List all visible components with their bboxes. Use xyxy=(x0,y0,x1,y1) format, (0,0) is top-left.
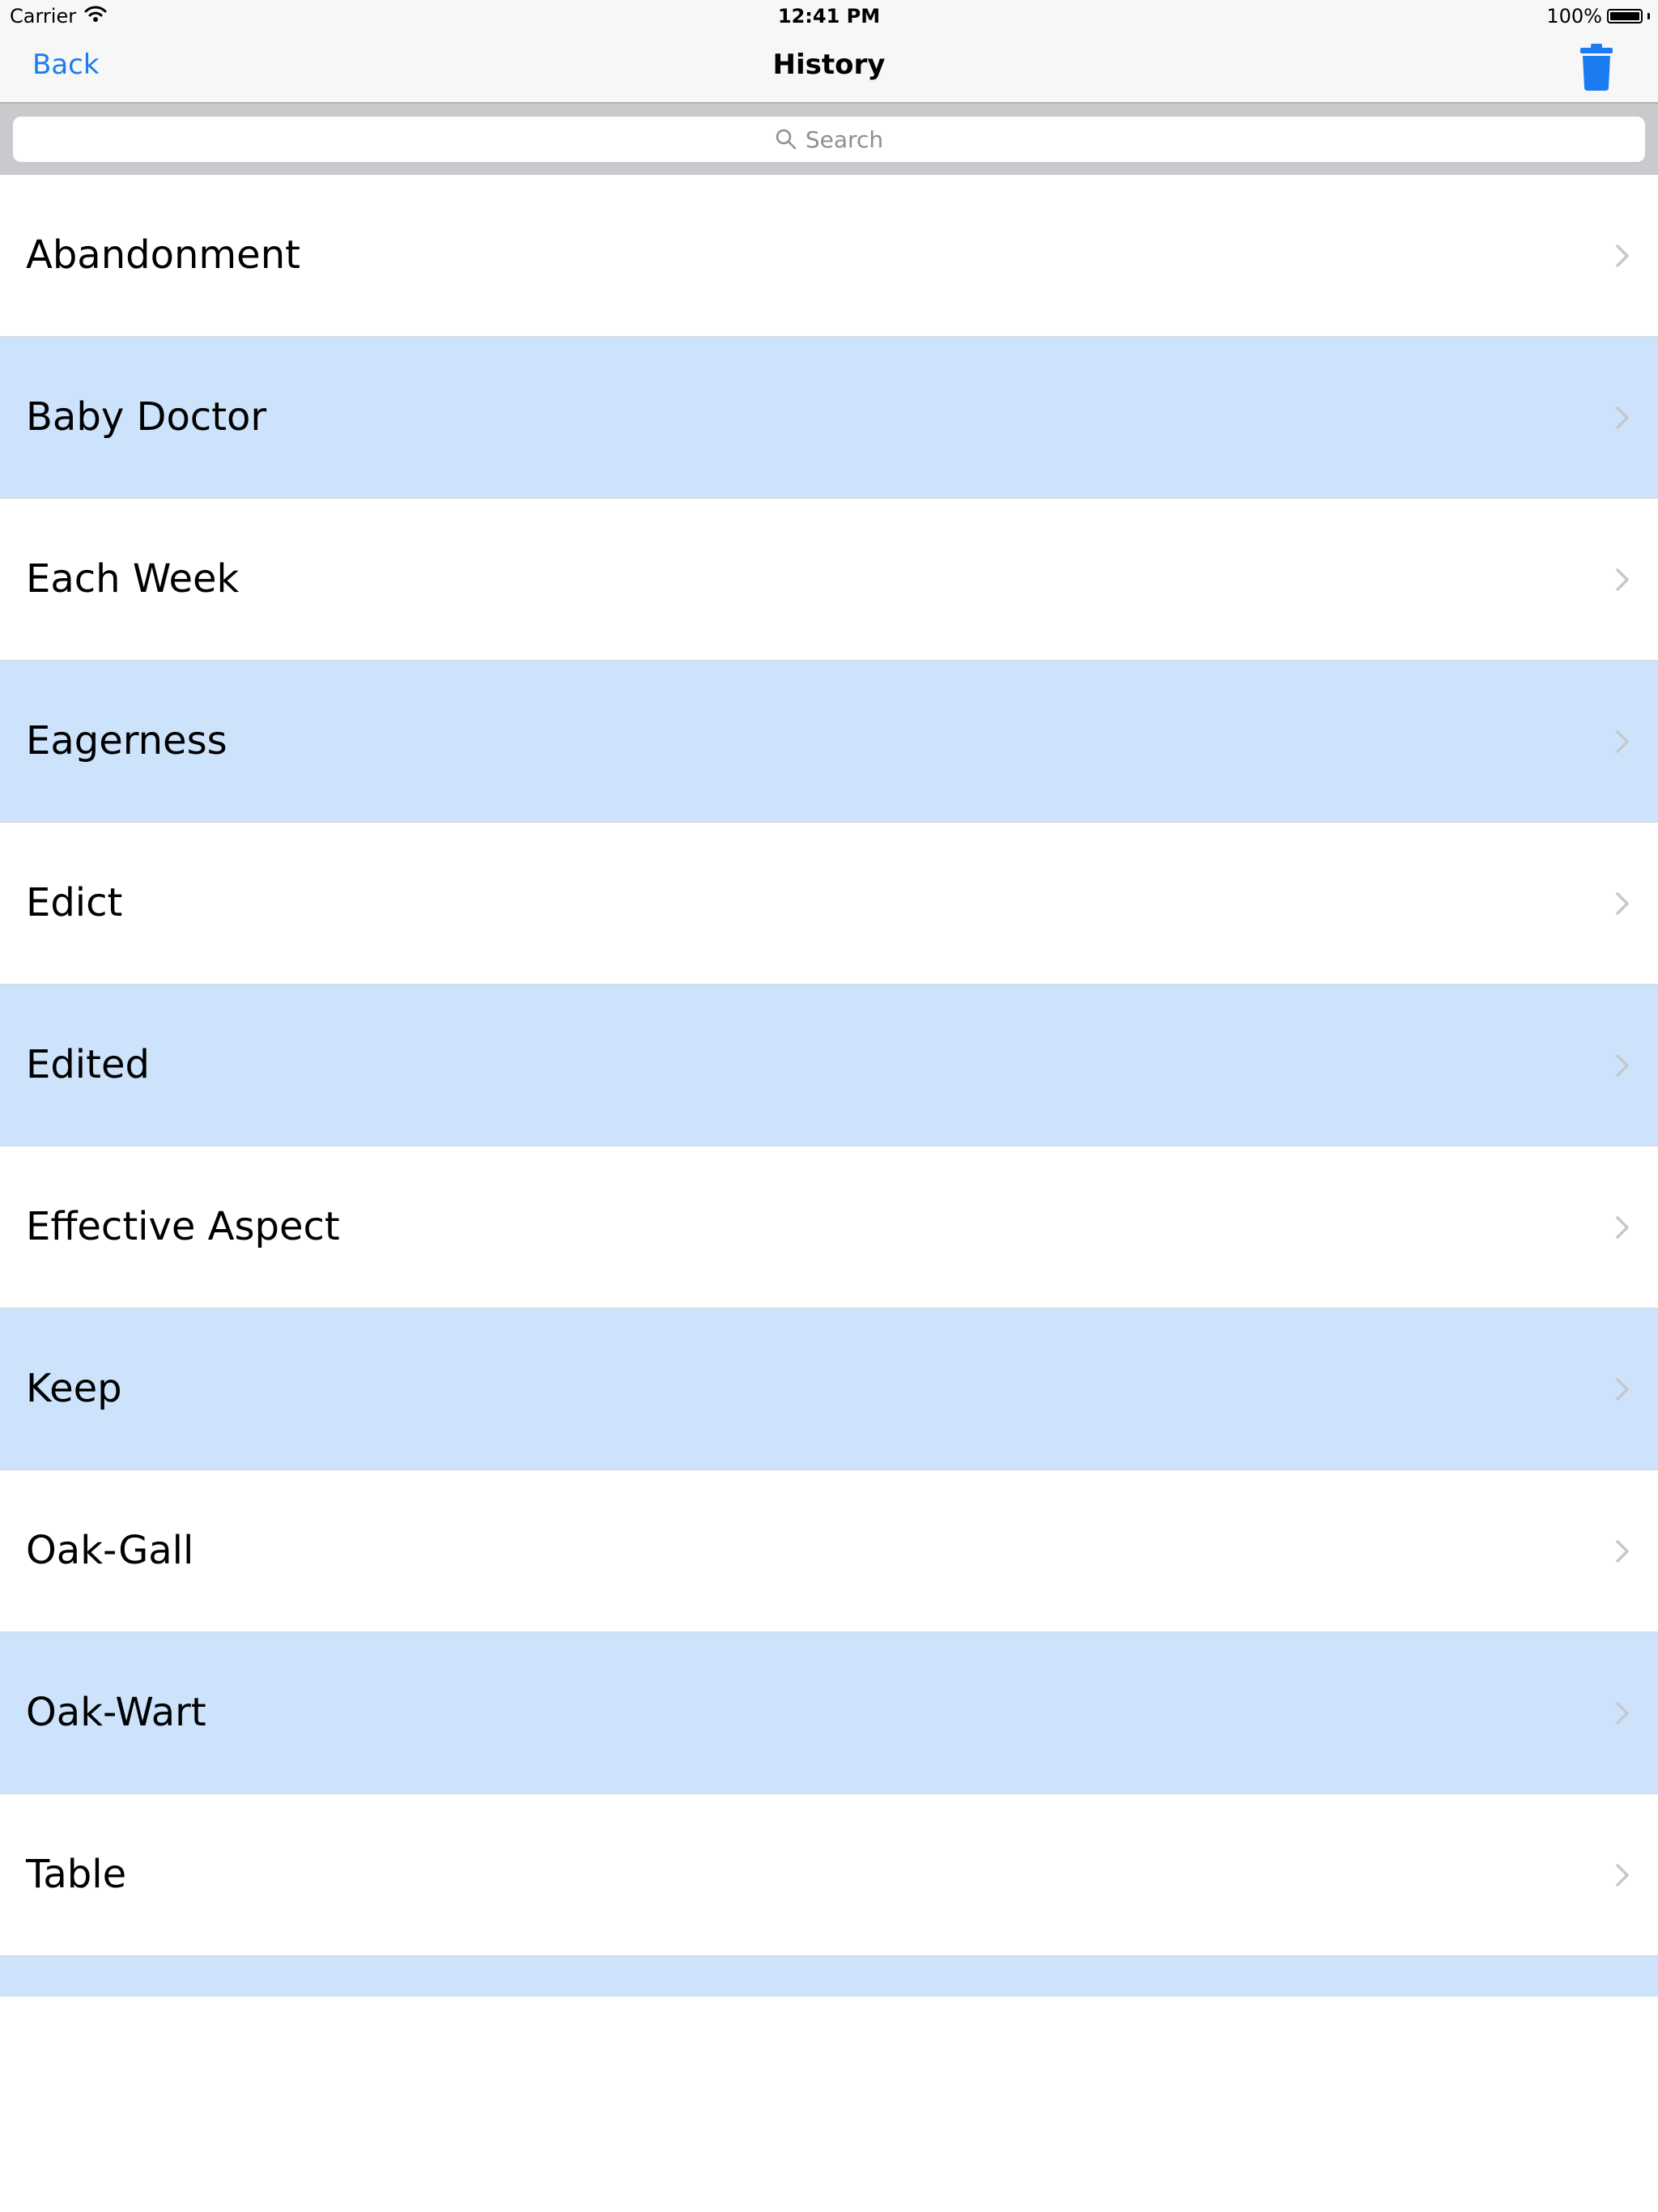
chevron-right-icon xyxy=(1616,1702,1629,1725)
list-item-label: Eagerness xyxy=(26,718,227,764)
list-item-label: Oak-Wart xyxy=(26,1690,206,1735)
list-item-label: Edited xyxy=(26,1042,150,1087)
list-item-label: Baby Doctor xyxy=(26,394,267,440)
list-item[interactable]: Baby Doctor xyxy=(0,337,1658,499)
chevron-right-icon xyxy=(1616,1540,1629,1563)
chevron-right-icon xyxy=(1616,406,1629,429)
battery-icon xyxy=(1607,9,1643,23)
search-placeholder: Search xyxy=(805,125,884,153)
list-item[interactable]: Table xyxy=(0,1794,1658,1956)
list-item-label: Table xyxy=(26,1852,127,1897)
list-item[interactable]: Edict xyxy=(0,823,1658,985)
list-item[interactable]: Effective Aspect xyxy=(0,1146,1658,1308)
chevron-right-icon xyxy=(1616,245,1629,267)
list-item-label: Effective Aspect xyxy=(26,1204,340,1249)
list-item-label: Abandonment xyxy=(26,232,300,278)
chevron-right-icon xyxy=(1616,1054,1629,1077)
search-field[interactable]: Search xyxy=(13,117,1645,162)
status-bar: Carrier 12:41 PM 100% xyxy=(0,0,1658,32)
list-item-partial xyxy=(0,1956,1658,1997)
battery-cap xyxy=(1647,13,1650,19)
delete-history-button[interactable] xyxy=(1579,44,1614,91)
history-screen: Carrier 12:41 PM 100% Back History Searc… xyxy=(0,0,1658,2212)
navigation-bar: Back History xyxy=(0,32,1658,104)
list-item-label: Keep xyxy=(26,1366,122,1411)
chevron-right-icon xyxy=(1616,1216,1629,1239)
chevron-right-icon xyxy=(1616,730,1629,753)
list-item-label: Oak-Gall xyxy=(26,1528,194,1573)
chevron-right-icon xyxy=(1616,1864,1629,1887)
status-right: 100% xyxy=(1546,5,1650,28)
list-item[interactable]: Keep xyxy=(0,1308,1658,1470)
chevron-right-icon xyxy=(1616,1378,1629,1401)
status-time: 12:41 PM xyxy=(777,5,881,28)
battery-percent: 100% xyxy=(1546,5,1602,28)
list-item[interactable]: Edited xyxy=(0,985,1658,1146)
search-area: Search xyxy=(0,104,1658,175)
chevron-right-icon xyxy=(1616,892,1629,915)
chevron-right-icon xyxy=(1616,568,1629,591)
list-item[interactable]: Each Week xyxy=(0,499,1658,661)
list-item[interactable]: Abandonment xyxy=(0,175,1658,337)
list-item[interactable]: Eagerness xyxy=(0,661,1658,823)
list-item-label: Each Week xyxy=(26,556,240,602)
list-item[interactable]: Oak-Wart xyxy=(0,1632,1658,1794)
history-list: Abandonment Baby Doctor Each Week Eagerness… xyxy=(0,175,1658,1997)
trash-icon xyxy=(1580,44,1613,91)
battery-fill xyxy=(1610,12,1639,20)
page-title: History xyxy=(772,49,886,81)
search-icon xyxy=(776,129,797,150)
list-item[interactable]: Oak-Gall xyxy=(0,1470,1658,1632)
list-item-label: Edict xyxy=(26,880,123,925)
